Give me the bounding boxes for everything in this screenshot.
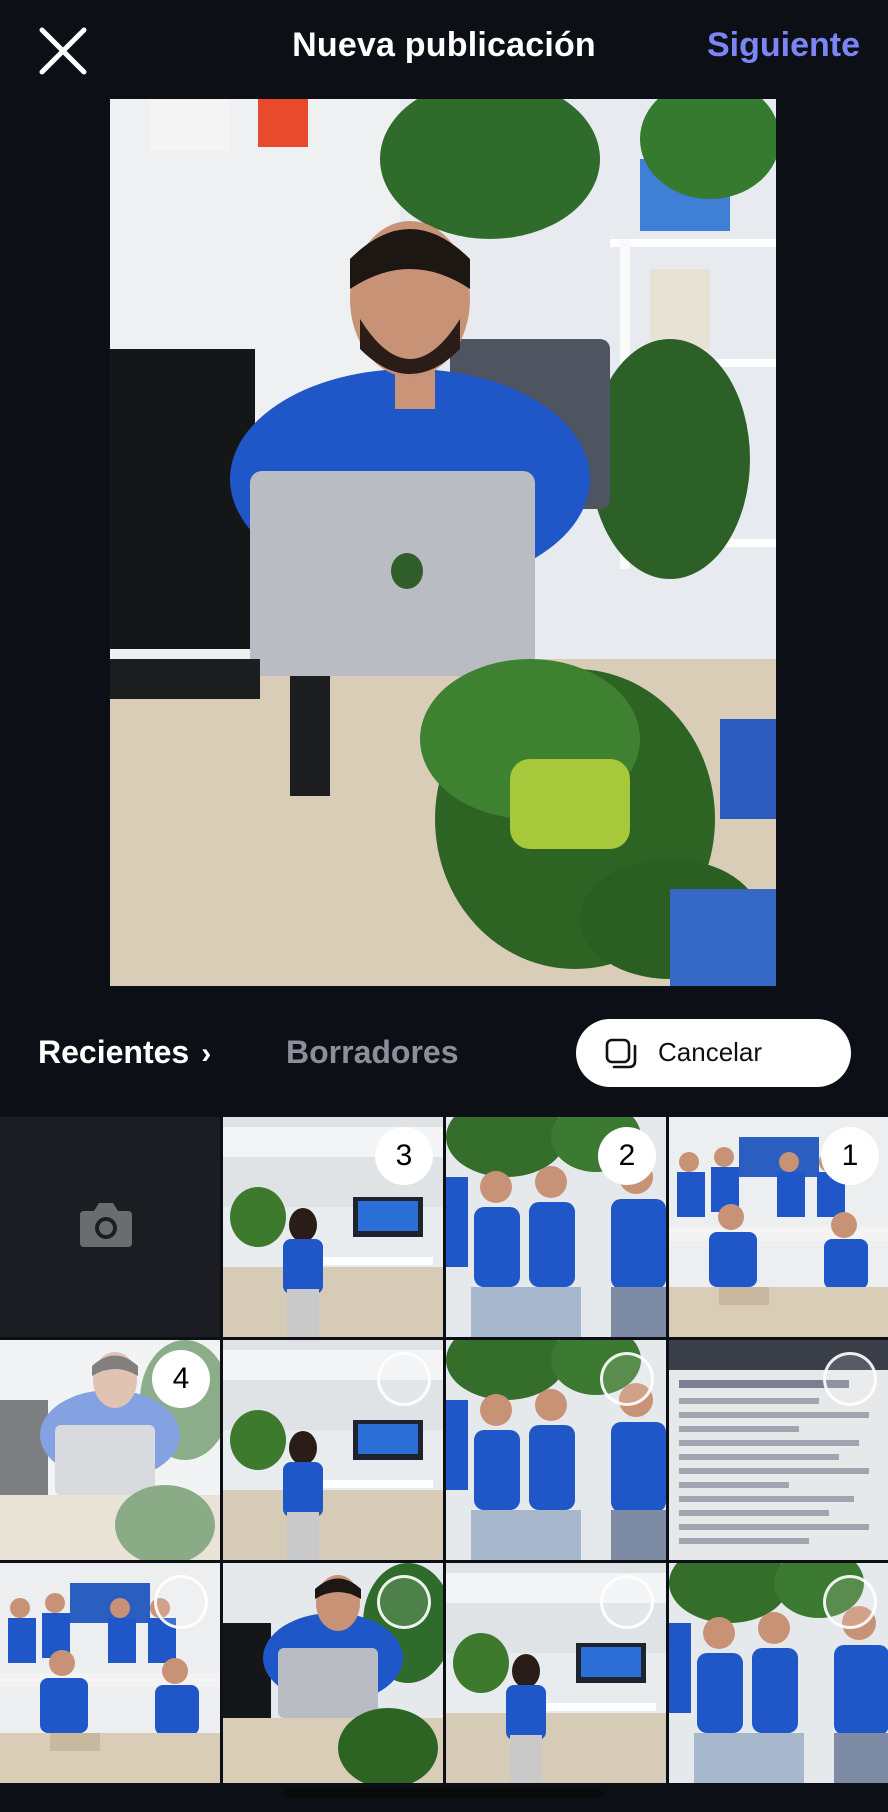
drafts-tab[interactable]: Borradores [286, 1034, 459, 1071]
album-label: Recientes [38, 1034, 190, 1070]
select-circle[interactable] [823, 1575, 877, 1629]
select-circle[interactable] [154, 1575, 208, 1629]
gallery-toolbar: Recientes › Borradores Cancelar [0, 1000, 888, 1108]
photo-thumbnail[interactable]: 1 [669, 1117, 888, 1337]
cancel-label: Cancelar [658, 1037, 763, 1067]
header: Nueva publicación Siguiente [0, 0, 888, 98]
selection-order-badge: 2 [598, 1127, 656, 1185]
photo-thumbnail[interactable] [0, 1563, 220, 1783]
photo-thumbnail[interactable] [446, 1340, 666, 1560]
next-button[interactable]: Siguiente [707, 26, 860, 65]
home-indicator [285, 1788, 603, 1798]
select-circle[interactable] [377, 1352, 431, 1406]
photo-grid: 3 2 1 4 [0, 1117, 888, 1812]
select-circle[interactable] [600, 1575, 654, 1629]
selection-order-badge: 3 [375, 1127, 433, 1185]
chevron-right-icon: › [201, 1037, 212, 1070]
photo-thumbnail[interactable] [223, 1340, 443, 1560]
photo-thumbnail[interactable] [223, 1563, 443, 1783]
multi-select-icon [604, 1037, 638, 1071]
cancel-multiselect-button[interactable]: Cancelar [576, 1019, 851, 1087]
photo-thumbnail[interactable]: 3 [223, 1117, 443, 1337]
select-circle[interactable] [600, 1352, 654, 1406]
selection-order-badge: 1 [821, 1127, 879, 1185]
photo-thumbnail[interactable]: 2 [446, 1117, 666, 1337]
album-selector[interactable]: Recientes › [38, 1034, 211, 1071]
photo-thumbnail[interactable] [669, 1340, 888, 1560]
select-circle[interactable] [823, 1352, 877, 1406]
photo-preview[interactable] [110, 99, 776, 986]
camera-button[interactable] [0, 1117, 220, 1337]
camera-icon [78, 1199, 134, 1249]
photo-thumbnail[interactable]: 4 [0, 1340, 220, 1560]
select-circle[interactable] [377, 1575, 431, 1629]
selection-order-badge: 4 [152, 1350, 210, 1408]
photo-thumbnail[interactable] [446, 1563, 666, 1783]
photo-thumbnail[interactable] [669, 1563, 888, 1783]
